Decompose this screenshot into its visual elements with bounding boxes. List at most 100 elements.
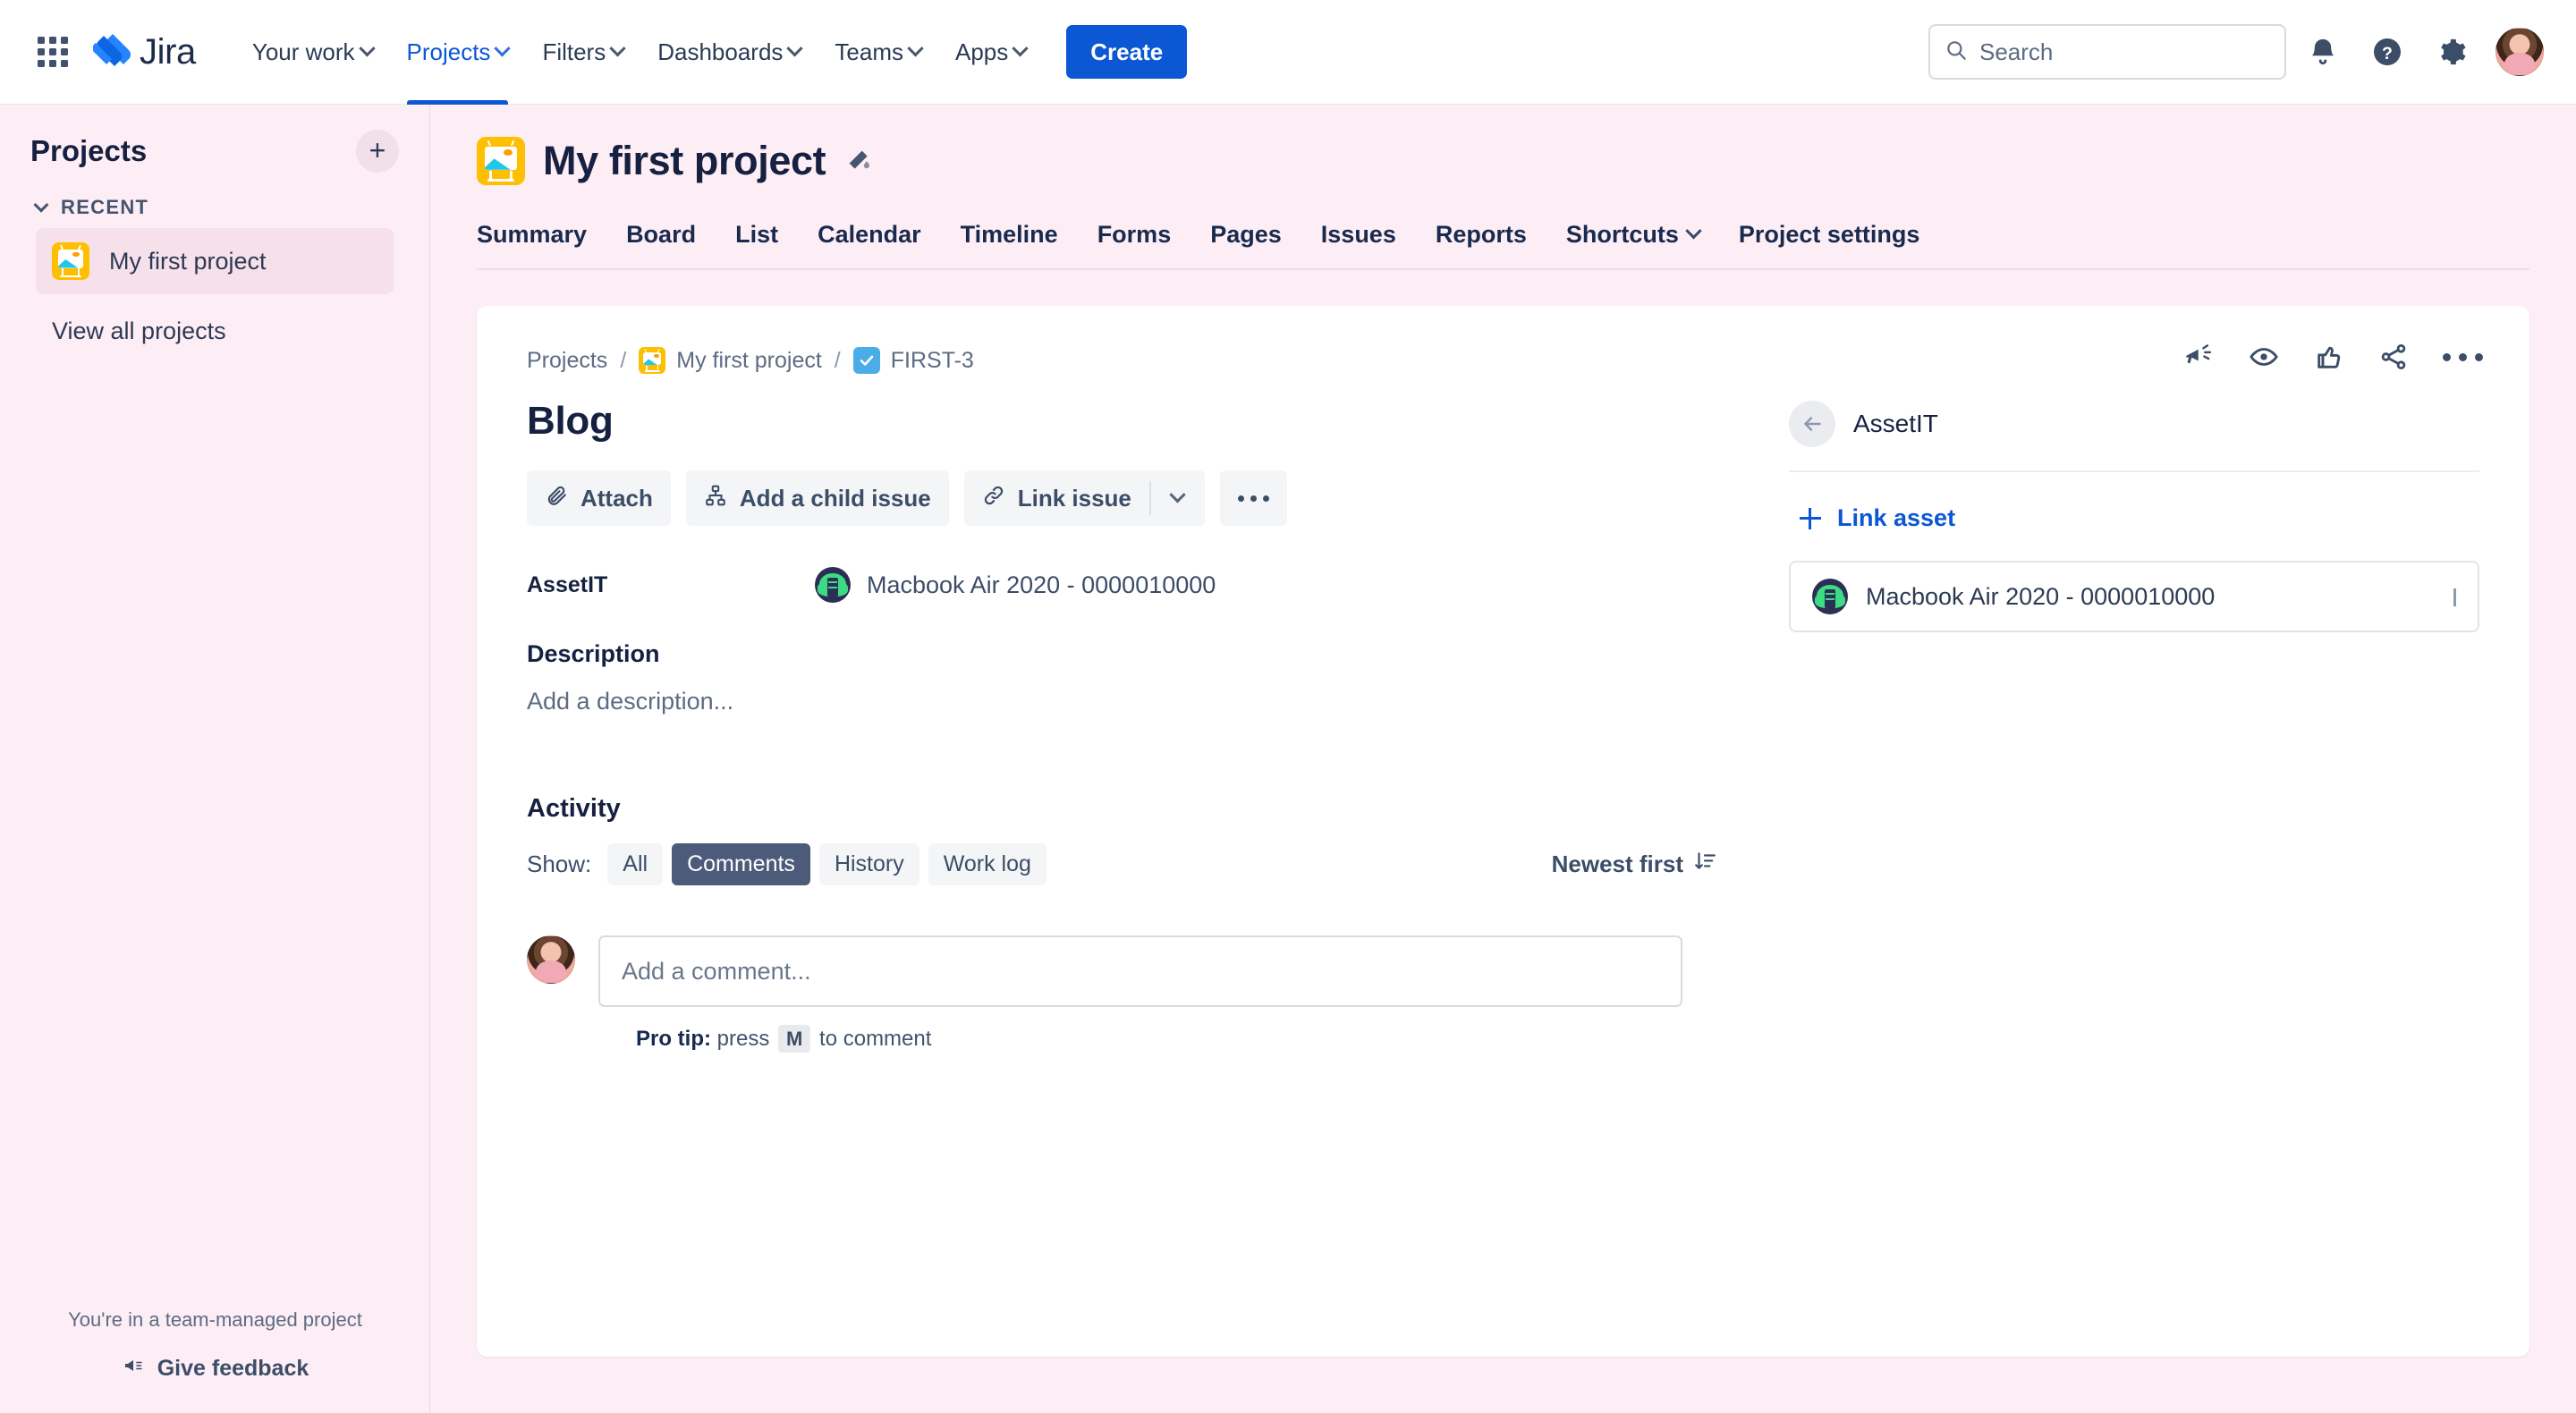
project-title-row: My first project [477,137,2529,185]
search-box[interactable] [1928,24,2286,80]
sidebar-section-label: RECENT [61,196,149,218]
tab-reports[interactable]: Reports [1416,210,1546,268]
asset-expand-button[interactable] [2453,588,2456,606]
team-managed-note: You're in a team-managed project [68,1308,362,1331]
nav-item-filters[interactable]: Filters [525,0,640,105]
asset-panel-header: AssetIT [1789,401,2479,472]
add-project-button[interactable]: + [356,130,399,173]
grid-dot [38,60,45,67]
help-icon[interactable]: ? [2360,24,2415,80]
tab-board[interactable]: Board [606,210,716,268]
link-issue-button[interactable]: Link issue [964,470,1149,526]
avatar [527,935,575,984]
activity-filter-work-log[interactable]: Work log [928,843,1046,885]
chevron-down-icon [1685,223,1702,240]
watch-eye-icon[interactable] [2248,342,2280,372]
activity-filter-comments[interactable]: Comments [672,843,810,885]
search-icon [1945,38,1968,66]
give-feedback-button[interactable]: Give feedback [122,1355,309,1383]
breadcrumb-separator: / [620,347,627,373]
nav-item-teams[interactable]: Teams [818,0,938,105]
tab-shortcuts[interactable]: Shortcuts [1546,210,1719,268]
share-icon[interactable] [2378,342,2409,372]
jira-logo[interactable]: Jira [93,32,196,72]
jira-mark-icon [93,32,131,72]
thumbs-up-icon[interactable] [2314,342,2344,372]
comment-input[interactable] [622,957,1659,986]
asset-name-label: Macbook Air 2020 - 0000010000 [867,571,1216,598]
paperclip-icon [545,484,568,513]
activity-filter-all[interactable]: All [607,843,664,885]
sort-label: Newest first [1551,850,1683,877]
breadcrumb-project[interactable]: My first project [639,347,822,374]
breadcrumb-issue-key[interactable]: FIRST-3 [852,347,974,374]
tab-list[interactable]: List [716,210,798,268]
tab-issues[interactable]: Issues [1301,210,1416,268]
sort-descending-icon [1693,850,1716,879]
settings-gear-icon[interactable] [2424,24,2479,80]
attach-button[interactable]: Attach [527,470,671,526]
nav-item-dashboards[interactable]: Dashboards [640,0,818,105]
sort-order-button[interactable]: Newest first [1552,850,1716,879]
megaphone-icon[interactable] [2182,342,2214,372]
add-comment-row [527,935,2479,1007]
pro-tip-key: M [778,1025,811,1053]
grid-dot [61,37,68,44]
more-actions-icon[interactable] [2443,352,2483,361]
activity-heading: Activity [527,794,621,823]
grid-dot [49,60,56,67]
tab-timeline[interactable]: Timeline [941,210,1078,268]
nav-label: Filters [542,38,606,65]
notifications-icon[interactable] [2295,24,2351,80]
asset-cloud-server-icon [815,567,851,603]
view-all-projects-link[interactable]: View all projects [0,294,429,368]
app-switcher-icon[interactable] [32,31,73,72]
back-arrow-icon[interactable] [1789,401,1835,447]
sidebar-section-recent[interactable]: RECENT [0,173,429,228]
sidebar-header: Projects + [0,105,429,173]
attach-label: Attach [580,484,653,512]
give-feedback-label: Give feedback [157,1356,309,1381]
add-child-issue-button[interactable]: Add a child issue [685,470,949,526]
project-theme-paint-icon[interactable] [843,147,872,175]
chevron-down-icon [786,39,804,56]
pro-tip-press: press [716,1027,770,1051]
link-issue-dropdown-button[interactable] [1151,470,1205,526]
nav-label: Projects [406,38,491,65]
pro-tip-text: Pro tip: press M to comment [636,1025,2479,1053]
chevron-down-icon [907,39,924,56]
ellipsis-icon [2443,352,2483,361]
tab-forms[interactable]: Forms [1078,210,1191,268]
search-input[interactable] [1979,38,2270,66]
field-value-assetit[interactable]: Macbook Air 2020 - 0000010000 [815,567,1216,603]
nav-item-apps[interactable]: Apps [938,0,1043,105]
sidebar-title: Projects [30,134,148,167]
activity-filter-history[interactable]: History [818,843,919,885]
top-navigation-bar: Jira Your work Projects Filters Dashboar… [0,0,2576,105]
link-asset-button[interactable]: Link asset [1789,504,2479,532]
grid-dot [61,60,68,67]
main-content: My first project Summary Board List Cale… [430,105,2576,1413]
more-actions-icon [1237,495,1269,502]
description-heading: Description [527,640,660,667]
chevron-down-icon [609,39,626,56]
breadcrumb-projects[interactable]: Projects [527,348,607,374]
profile-avatar[interactable] [2496,28,2544,76]
linked-asset-item[interactable]: Macbook Air 2020 - 0000010000 [1789,561,2479,632]
sidebar-item-my-first-project[interactable]: My first project [36,228,394,294]
tab-project-settings[interactable]: Project settings [1719,210,1940,268]
issue-key-label: FIRST-3 [890,347,974,373]
chevron-down-icon [1169,486,1187,503]
more-actions-button[interactable] [1219,470,1287,526]
tab-calendar[interactable]: Calendar [798,210,941,268]
nav-item-your-work[interactable]: Your work [235,0,390,105]
link-issue-split-button: Link issue [963,470,1205,526]
nav-label: Your work [251,38,355,65]
tab-pages[interactable]: Pages [1191,210,1301,268]
linked-asset-name: Macbook Air 2020 - 0000010000 [1866,582,2216,610]
comment-input-box[interactable] [598,935,1682,1007]
description-placeholder[interactable]: Add a description... [527,688,2479,715]
create-button[interactable]: Create [1066,25,1188,79]
nav-item-projects[interactable]: Projects [390,0,526,105]
tab-summary[interactable]: Summary [477,210,606,268]
